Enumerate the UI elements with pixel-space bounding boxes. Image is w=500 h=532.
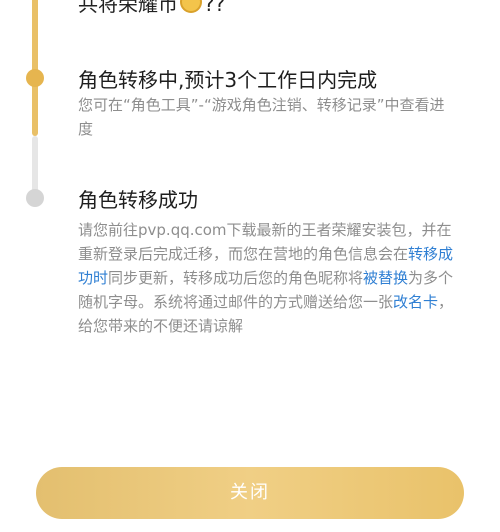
timeline-progress-line [32,0,38,136]
step-1-description: 您可在“角色工具”-“游戏角色注销、转移记录”中查看进度 [78,96,445,138]
step-1-title: 角色转移中,预计3个工作日内完成 [78,68,378,92]
link-rename-card[interactable]: 改名卡 [393,293,438,311]
coin-icon [180,0,202,13]
step-1-dot [26,69,44,87]
step-2-title: 角色转移成功 [78,188,198,212]
link-replaced[interactable]: 被替换 [363,269,408,287]
close-button[interactable]: 关闭 [36,467,464,519]
step-2-description: 请您前往pvp.qq.com下载最新的王者荣耀安装包，并在重新登录后完成迁移，而… [78,221,454,335]
step-2-dot [26,189,44,207]
previous-step-text: 共将荣耀币?? [78,0,225,17]
